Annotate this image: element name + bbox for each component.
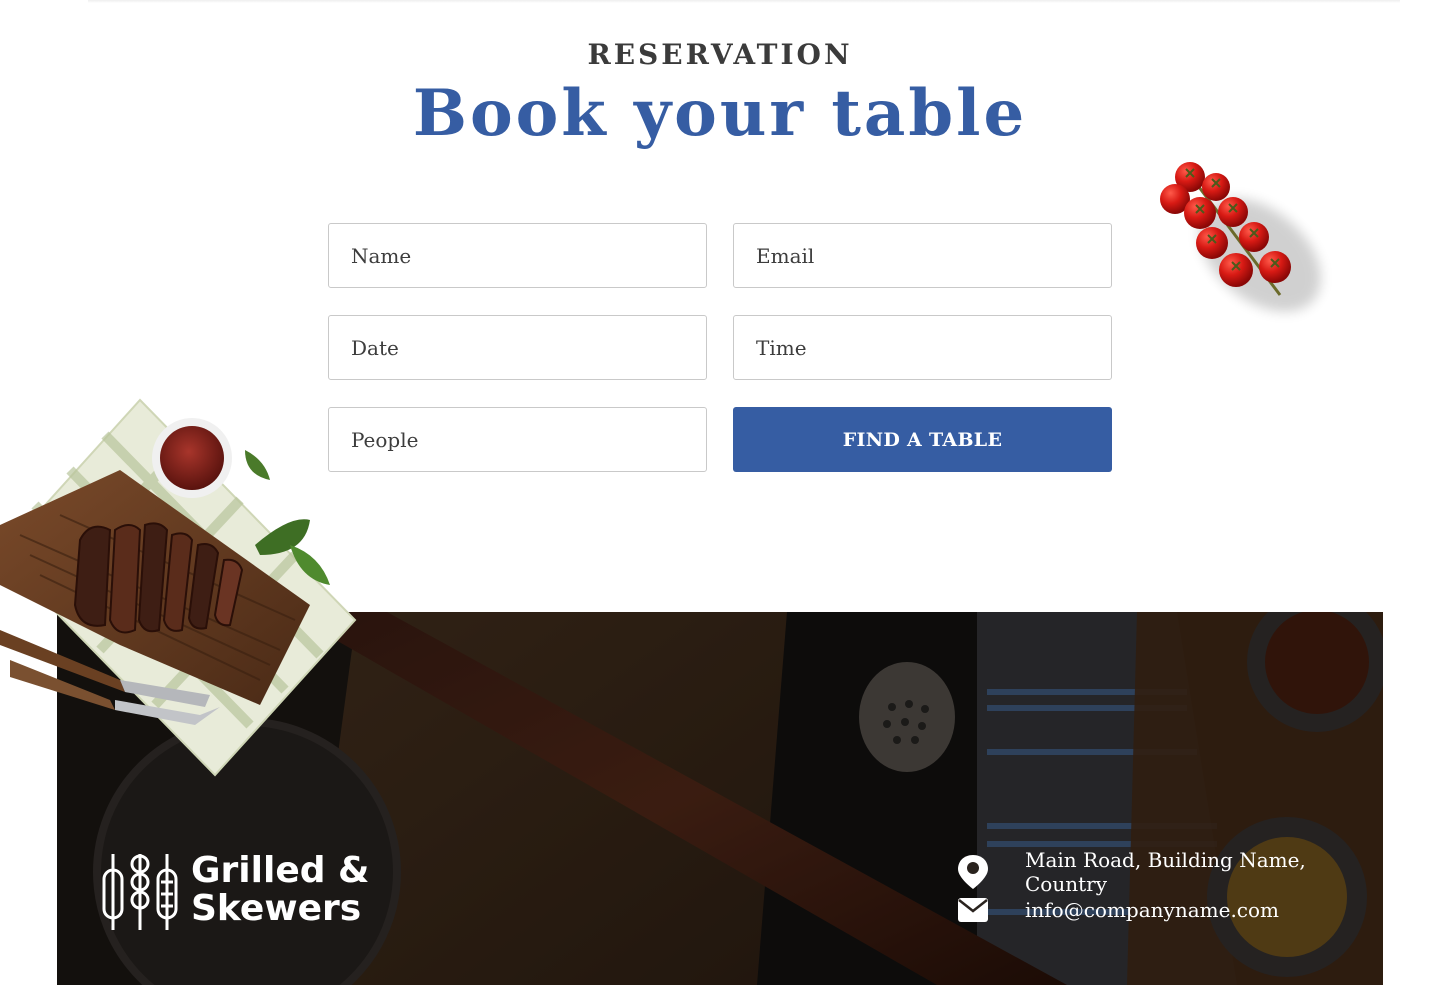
email-link[interactable]: info@companyname.com xyxy=(1025,898,1279,922)
cherry-tomatoes-image xyxy=(1160,162,1321,312)
header-divider xyxy=(88,0,1400,3)
page-title: Book your table xyxy=(412,76,1028,151)
address-text: Main Road, Building Name, Country xyxy=(1025,848,1306,896)
brand-name-line1: Grilled & xyxy=(191,850,370,891)
section-eyebrow: RESERVATION xyxy=(587,38,853,71)
find-table-button[interactable]: FIND A TABLE xyxy=(733,407,1112,472)
envelope-icon xyxy=(957,898,989,922)
name-input[interactable] xyxy=(328,223,707,288)
brand-name-line2: Skewers xyxy=(191,888,362,929)
brand-name[interactable]: Grilled & Skewers xyxy=(191,852,369,928)
steak-board-image xyxy=(0,398,357,777)
email-input[interactable] xyxy=(733,223,1112,288)
map-pin-icon xyxy=(957,854,989,890)
people-input[interactable] xyxy=(328,407,707,472)
email-row[interactable]: info@companyname.com xyxy=(957,898,1279,922)
skewers-logo-icon[interactable] xyxy=(101,852,179,932)
date-input[interactable] xyxy=(328,315,707,380)
address-row: Main Road, Building Name, Country xyxy=(957,848,1383,896)
time-input[interactable] xyxy=(733,315,1112,380)
